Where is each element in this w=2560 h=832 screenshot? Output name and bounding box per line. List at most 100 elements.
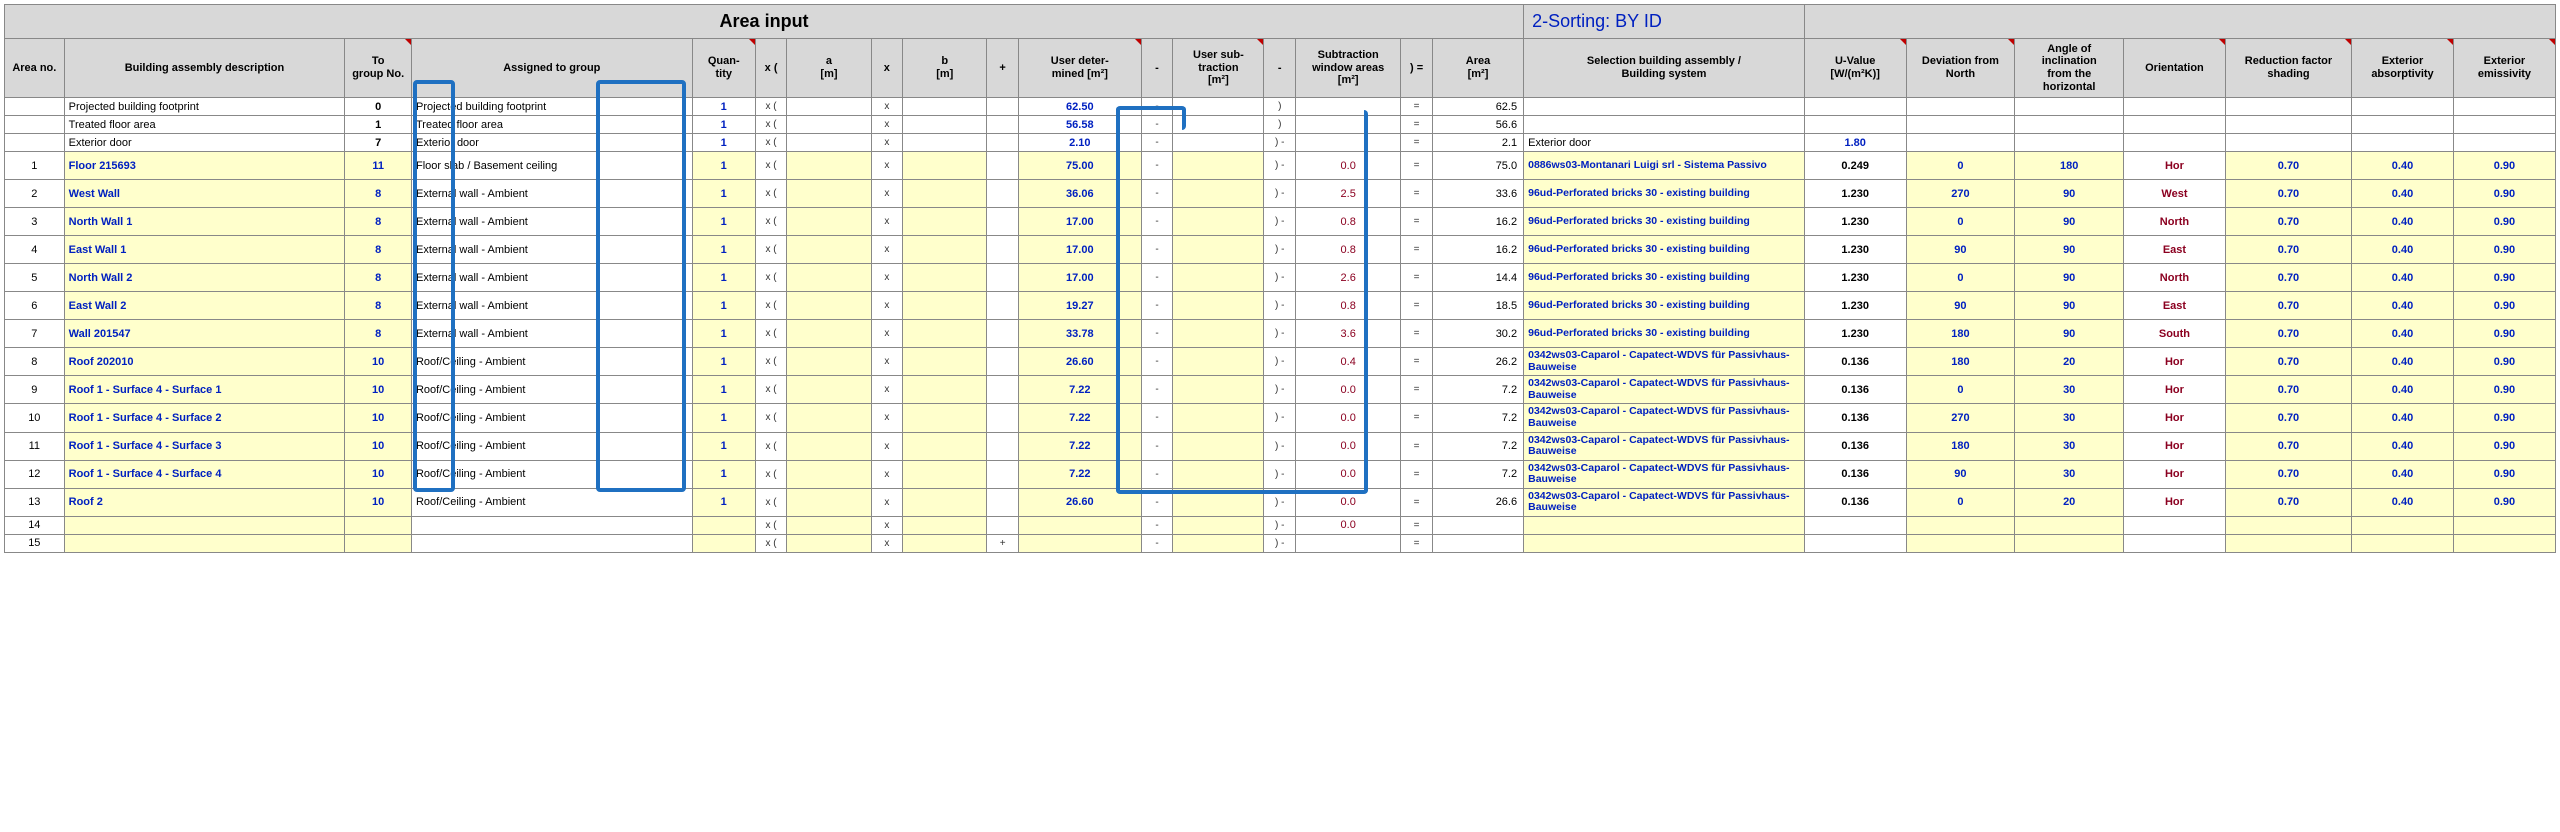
cell-a[interactable] bbox=[787, 264, 871, 292]
cell-group[interactable]: 10 bbox=[345, 404, 412, 432]
cell-desc[interactable]: Roof 1 - Surface 4 - Surface 1 bbox=[64, 376, 345, 404]
cell-usub[interactable] bbox=[1173, 152, 1264, 180]
cell-group[interactable]: 11 bbox=[345, 152, 412, 180]
cell-dev[interactable]: 0 bbox=[1906, 376, 2015, 404]
cell-udm[interactable]: 26.60 bbox=[1018, 488, 1141, 516]
cell-rfs[interactable]: 0.70 bbox=[2225, 320, 2351, 348]
cell-udm[interactable]: 75.00 bbox=[1018, 152, 1141, 180]
cell-sba[interactable] bbox=[1524, 534, 1805, 552]
cell-sba[interactable]: 0886ws03-Montanari Luigi srl - Sistema P… bbox=[1524, 152, 1805, 180]
cell-desc[interactable] bbox=[64, 516, 345, 534]
cell-b[interactable] bbox=[903, 292, 987, 320]
cell-dev[interactable]: 90 bbox=[1906, 292, 2015, 320]
cell-a[interactable] bbox=[787, 432, 871, 460]
cell-uval[interactable] bbox=[1804, 98, 1906, 116]
cell-abs[interactable]: 0.40 bbox=[2352, 460, 2454, 488]
cell-qty[interactable]: 1 bbox=[692, 236, 755, 264]
cell-udm[interactable] bbox=[1018, 516, 1141, 534]
cell-usub[interactable] bbox=[1173, 180, 1264, 208]
cell-usub[interactable] bbox=[1173, 236, 1264, 264]
cell-group[interactable]: 10 bbox=[345, 348, 412, 376]
cell-ang[interactable]: 90 bbox=[2015, 180, 2124, 208]
cell-desc[interactable]: Treated floor area bbox=[64, 116, 345, 134]
cell-a[interactable] bbox=[787, 208, 871, 236]
cell-b[interactable] bbox=[903, 348, 987, 376]
cell-rfs[interactable]: 0.70 bbox=[2225, 264, 2351, 292]
cell-group[interactable] bbox=[345, 534, 412, 552]
cell-qty[interactable]: 1 bbox=[692, 98, 755, 116]
cell-uval[interactable] bbox=[1804, 116, 1906, 134]
cell-emi[interactable] bbox=[2453, 516, 2555, 534]
cell-a[interactable] bbox=[787, 516, 871, 534]
cell-rfs[interactable]: 0.70 bbox=[2225, 152, 2351, 180]
cell-desc[interactable]: North Wall 2 bbox=[64, 264, 345, 292]
cell-desc[interactable]: Exterior door bbox=[64, 134, 345, 152]
cell-desc[interactable]: Roof 2 bbox=[64, 488, 345, 516]
cell-udm[interactable] bbox=[1018, 534, 1141, 552]
cell-udm[interactable]: 7.22 bbox=[1018, 460, 1141, 488]
cell-dev[interactable]: 180 bbox=[1906, 348, 2015, 376]
cell-dev[interactable]: 90 bbox=[1906, 236, 2015, 264]
cell-usub[interactable] bbox=[1173, 460, 1264, 488]
cell-usub[interactable] bbox=[1173, 516, 1264, 534]
cell-usub[interactable] bbox=[1173, 134, 1264, 152]
cell-group[interactable]: 8 bbox=[345, 208, 412, 236]
cell-dev[interactable]: 0 bbox=[1906, 488, 2015, 516]
cell-ang[interactable]: 20 bbox=[2015, 488, 2124, 516]
cell-dev[interactable]: 0 bbox=[1906, 208, 2015, 236]
cell-desc[interactable]: East Wall 2 bbox=[64, 292, 345, 320]
cell-b[interactable] bbox=[903, 432, 987, 460]
cell-ang[interactable]: 30 bbox=[2015, 432, 2124, 460]
cell-qty[interactable]: 1 bbox=[692, 180, 755, 208]
cell-desc[interactable]: Floor 215693 bbox=[64, 152, 345, 180]
cell-emi[interactable]: 0.90 bbox=[2453, 348, 2555, 376]
cell-a[interactable] bbox=[787, 348, 871, 376]
cell-b[interactable] bbox=[903, 404, 987, 432]
cell-group[interactable]: 8 bbox=[345, 236, 412, 264]
cell-emi[interactable]: 0.90 bbox=[2453, 292, 2555, 320]
cell-udm[interactable]: 26.60 bbox=[1018, 348, 1141, 376]
cell-udm[interactable]: 7.22 bbox=[1018, 432, 1141, 460]
cell-group[interactable]: 10 bbox=[345, 488, 412, 516]
cell-qty[interactable]: 1 bbox=[692, 134, 755, 152]
cell-desc[interactable]: Roof 1 - Surface 4 - Surface 4 bbox=[64, 460, 345, 488]
cell-ang[interactable]: 90 bbox=[2015, 208, 2124, 236]
cell-group[interactable]: 8 bbox=[345, 320, 412, 348]
cell-usub[interactable] bbox=[1173, 432, 1264, 460]
cell-desc[interactable]: Projected building footprint bbox=[64, 98, 345, 116]
cell-usub[interactable] bbox=[1173, 376, 1264, 404]
cell-a[interactable] bbox=[787, 152, 871, 180]
cell-sba[interactable]: 96ud-Perforated bricks 30 - existing bui… bbox=[1524, 264, 1805, 292]
cell-sba[interactable]: 0342ws03-Caparol - Capatect-WDVS für Pas… bbox=[1524, 404, 1805, 432]
cell-udm[interactable]: 17.00 bbox=[1018, 264, 1141, 292]
cell-qty[interactable]: 1 bbox=[692, 376, 755, 404]
cell-udm[interactable]: 62.50 bbox=[1018, 98, 1141, 116]
cell-abs[interactable]: 0.40 bbox=[2352, 404, 2454, 432]
cell-abs[interactable] bbox=[2352, 534, 2454, 552]
cell-sba[interactable]: 0342ws03-Caparol - Capatect-WDVS für Pas… bbox=[1524, 376, 1805, 404]
cell-emi[interactable]: 0.90 bbox=[2453, 264, 2555, 292]
cell-abs[interactable]: 0.40 bbox=[2352, 488, 2454, 516]
cell-ang[interactable]: 180 bbox=[2015, 152, 2124, 180]
cell-qty[interactable]: 1 bbox=[692, 404, 755, 432]
cell-rfs[interactable] bbox=[2225, 534, 2351, 552]
cell-sba[interactable]: 96ud-Perforated bricks 30 - existing bui… bbox=[1524, 180, 1805, 208]
cell-sba[interactable]: Exterior door bbox=[1524, 134, 1805, 152]
cell-dev[interactable]: 180 bbox=[1906, 320, 2015, 348]
cell-b[interactable] bbox=[903, 320, 987, 348]
cell-emi[interactable]: 0.90 bbox=[2453, 320, 2555, 348]
cell-usub[interactable] bbox=[1173, 404, 1264, 432]
cell-abs[interactable]: 0.40 bbox=[2352, 432, 2454, 460]
cell-dev[interactable]: 180 bbox=[1906, 432, 2015, 460]
cell-qty[interactable]: 1 bbox=[692, 348, 755, 376]
cell-group[interactable]: 10 bbox=[345, 432, 412, 460]
cell-dev[interactable]: 270 bbox=[1906, 404, 2015, 432]
cell-group[interactable]: 8 bbox=[345, 292, 412, 320]
cell-udm[interactable]: 33.78 bbox=[1018, 320, 1141, 348]
cell-ang[interactable]: 20 bbox=[2015, 348, 2124, 376]
cell-qty[interactable]: 1 bbox=[692, 320, 755, 348]
cell-b[interactable] bbox=[903, 180, 987, 208]
cell-udm[interactable]: 56.58 bbox=[1018, 116, 1141, 134]
cell-group[interactable]: 7 bbox=[345, 134, 412, 152]
cell-qty[interactable]: 1 bbox=[692, 152, 755, 180]
